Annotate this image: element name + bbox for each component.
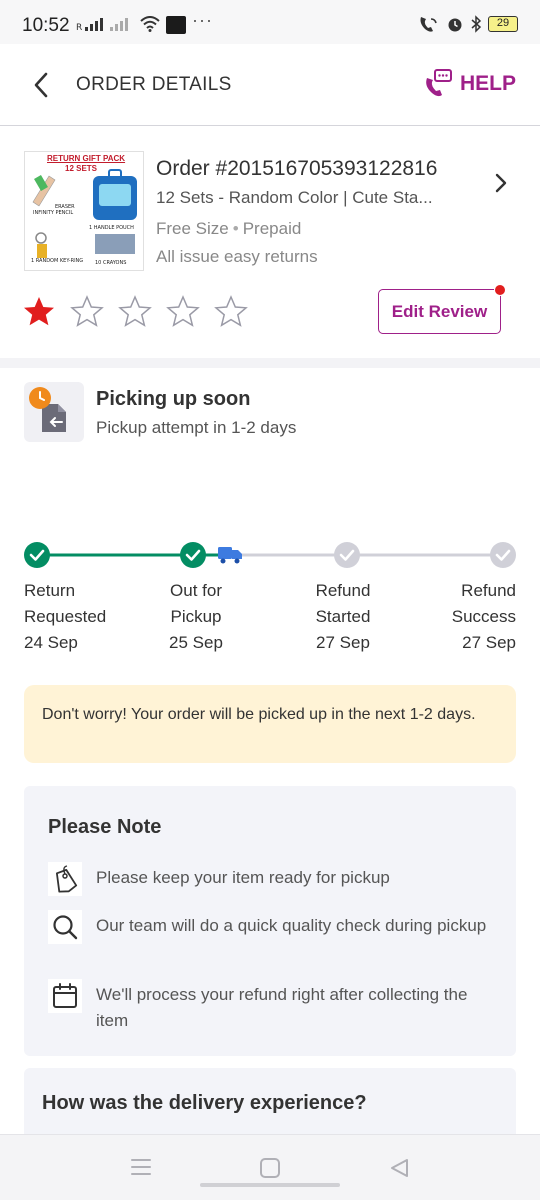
star-icon[interactable] — [70, 295, 104, 327]
step-label-line1: Out for — [170, 581, 222, 600]
note-item: We'll process your refund right after co… — [48, 979, 498, 1034]
step-date: 27 Sep — [316, 633, 370, 652]
search-icon — [48, 910, 82, 944]
step-refund-started: Refund Started 27 Sep — [283, 578, 403, 656]
product-image[interactable]: RETURN GIFT PACK 12 SETS ERASER INFINITY… — [24, 151, 144, 271]
product-image-illustration: ERASER INFINITY PENCIL 1 HANDLE POUCH 1 … — [31, 169, 137, 266]
step-check-icon-pending — [334, 542, 360, 568]
menu-icon[interactable] — [130, 1157, 152, 1177]
wifi-icon — [140, 16, 160, 32]
step-refund-success: Refund Success 27 Sep — [396, 578, 516, 656]
notification-dot — [494, 284, 506, 296]
note-text: We'll process your refund right after co… — [96, 985, 468, 1030]
step-check-icon-pending — [490, 542, 516, 568]
rating-stars[interactable] — [22, 295, 248, 327]
star-icon[interactable] — [118, 295, 152, 327]
pickup-box-icon — [29, 387, 66, 432]
step-label-line2: Started — [315, 607, 371, 626]
meta-separator: • — [232, 219, 239, 238]
edit-review-label: Edit Review — [391, 301, 488, 321]
step-check-icon-done — [24, 542, 50, 568]
product-meta: Free Size • Prepaid — [156, 219, 301, 239]
step-return-requested: Return Requested 24 Sep — [24, 578, 144, 656]
status-right-icons: 29 — [418, 15, 518, 33]
status-title: Picking up soon — [96, 388, 251, 410]
wifi-call-icon — [420, 17, 437, 32]
calendar-icon — [48, 979, 82, 1013]
delivery-feedback-title: How was the delivery experience? — [42, 1092, 367, 1114]
step-out-for-pickup: Out for Pickup 25 Sep — [136, 578, 256, 656]
system-nav-bar — [0, 1134, 540, 1200]
alarm-icon — [448, 18, 462, 32]
help-phone-icon — [426, 69, 452, 97]
step-label-line1: Refund — [461, 581, 516, 600]
star-icon[interactable] — [166, 295, 200, 327]
status-subtitle: Pickup attempt in 1-2 days — [96, 418, 297, 437]
step-check-icon-done — [180, 542, 206, 568]
page-title: ORDER DETAILS — [76, 74, 232, 95]
battery-icon: 29 — [488, 16, 518, 32]
order-id: Order #201516705393122816 — [156, 157, 438, 180]
gesture-handle[interactable] — [200, 1183, 340, 1187]
note-title: Please Note — [48, 816, 162, 838]
status-time: 10:52 — [22, 15, 70, 36]
step-label-line2: Requested — [24, 607, 107, 626]
pickup-info-text: Don't worry! Your order will be picked u… — [42, 706, 476, 723]
image-label-keyring: 1 RANDOM KEY-RING — [31, 258, 83, 264]
home-icon[interactable] — [259, 1157, 281, 1179]
help-button[interactable]: HELP — [422, 68, 516, 100]
please-note-card: Please Note Please keep your item ready … — [24, 786, 516, 1056]
star-icon-filled[interactable] — [22, 295, 56, 327]
product-card[interactable]: RETURN GIFT PACK 12 SETS ERASER INFINITY… — [0, 127, 540, 358]
step-label-line1: Refund — [315, 581, 371, 600]
image-label-pouch: 1 HANDLE POUCH — [89, 225, 134, 231]
note-item: Please keep your item ready for pickup — [48, 862, 498, 896]
step-date: 24 Sep — [24, 633, 78, 652]
bluetooth-icon — [471, 15, 482, 33]
step-date: 27 Sep — [462, 633, 516, 652]
chevron-right-icon[interactable] — [494, 172, 508, 194]
help-label: HELP — [459, 72, 516, 95]
app-notification-icon — [166, 16, 186, 34]
star-icon[interactable] — [214, 295, 248, 327]
step-date: 25 Sep — [169, 633, 223, 652]
note-text: Our team will do a quick quality check d… — [96, 916, 487, 935]
payment-method: Prepaid — [242, 219, 302, 238]
image-label-pencil: INFINITY PENCIL — [33, 210, 73, 216]
returns-policy: All issue easy returns — [156, 247, 318, 266]
truck-icon — [218, 547, 242, 564]
signal-icon: R — [76, 18, 128, 32]
pickup-status-icon — [24, 382, 84, 442]
product-size: Free Size — [156, 219, 229, 238]
return-tracker: Return Requested 24 Sep Out for Pickup 2… — [0, 538, 540, 668]
tracker-line — [24, 542, 516, 568]
status-bar: 10:52 R ··· 29 — [0, 0, 540, 44]
back-arrow-icon[interactable] — [32, 72, 50, 98]
section-divider — [0, 358, 540, 368]
app-header: ORDER DETAILS HELP — [0, 44, 540, 126]
step-label-line2: Pickup — [170, 607, 222, 626]
product-name: 12 Sets - Random Color | Cute Sta... — [156, 188, 433, 207]
back-nav-icon[interactable] — [388, 1157, 410, 1179]
note-text: Please keep your item ready for pickup — [96, 868, 390, 887]
image-label-crayons: 10 CRAYONS — [95, 260, 126, 266]
tag-icon — [48, 862, 82, 896]
more-notifications-icon: ··· — [192, 10, 213, 30]
step-label-line1: Return — [24, 581, 76, 600]
edit-review-button[interactable]: Edit Review — [378, 284, 506, 334]
note-item: Our team will do a quick quality check d… — [48, 910, 498, 944]
pickup-info-banner: Don't worry! Your order will be picked u… — [24, 685, 516, 763]
step-label-line2: Success — [451, 607, 516, 626]
return-status-section: Picking up soon Pickup attempt in 1-2 da… — [0, 368, 540, 1148]
svg-text:R: R — [76, 23, 82, 32]
